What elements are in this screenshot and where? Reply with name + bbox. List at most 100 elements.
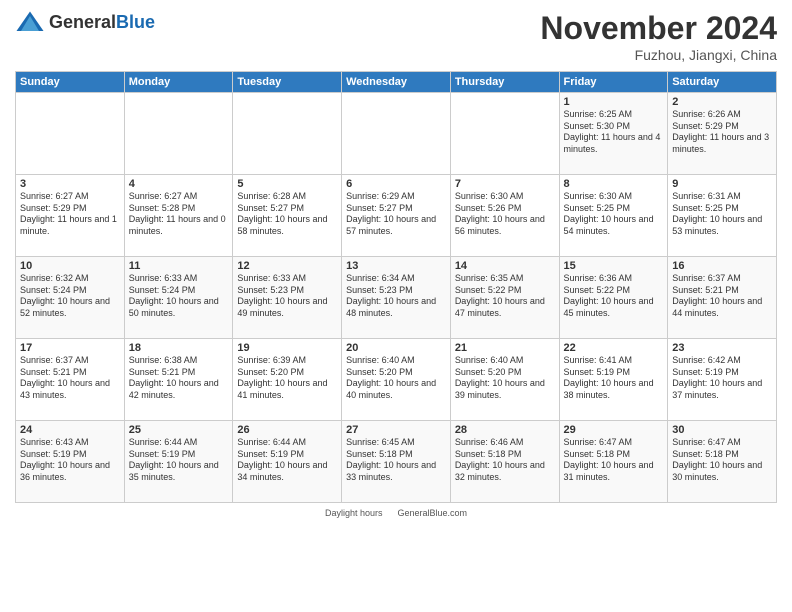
footer: Daylight hours GeneralBlue.com bbox=[15, 508, 777, 518]
calendar-table: SundayMondayTuesdayWednesdayThursdayFrid… bbox=[15, 71, 777, 503]
day-cell bbox=[16, 93, 125, 175]
day-cell: 24Sunrise: 6:43 AM Sunset: 5:19 PM Dayli… bbox=[16, 421, 125, 503]
day-info: Sunrise: 6:30 AM Sunset: 5:25 PM Dayligh… bbox=[564, 191, 664, 238]
week-row-1: 1Sunrise: 6:25 AM Sunset: 5:30 PM Daylig… bbox=[16, 93, 777, 175]
day-number: 8 bbox=[564, 178, 664, 190]
day-info: Sunrise: 6:46 AM Sunset: 5:18 PM Dayligh… bbox=[455, 437, 555, 484]
day-number: 20 bbox=[346, 342, 446, 354]
day-info: Sunrise: 6:33 AM Sunset: 5:23 PM Dayligh… bbox=[237, 273, 337, 320]
day-info: Sunrise: 6:41 AM Sunset: 5:19 PM Dayligh… bbox=[564, 355, 664, 402]
day-cell: 27Sunrise: 6:45 AM Sunset: 5:18 PM Dayli… bbox=[342, 421, 451, 503]
day-cell bbox=[233, 93, 342, 175]
week-row-3: 10Sunrise: 6:32 AM Sunset: 5:24 PM Dayli… bbox=[16, 257, 777, 339]
day-info: Sunrise: 6:34 AM Sunset: 5:23 PM Dayligh… bbox=[346, 273, 446, 320]
day-info: Sunrise: 6:44 AM Sunset: 5:19 PM Dayligh… bbox=[129, 437, 229, 484]
day-number: 3 bbox=[20, 178, 120, 190]
day-cell: 13Sunrise: 6:34 AM Sunset: 5:23 PM Dayli… bbox=[342, 257, 451, 339]
day-info: Sunrise: 6:47 AM Sunset: 5:18 PM Dayligh… bbox=[564, 437, 664, 484]
header: GeneralBlue November 2024 Fuzhou, Jiangx… bbox=[15, 10, 777, 63]
day-cell: 20Sunrise: 6:40 AM Sunset: 5:20 PM Dayli… bbox=[342, 339, 451, 421]
day-info: Sunrise: 6:39 AM Sunset: 5:20 PM Dayligh… bbox=[237, 355, 337, 402]
day-number: 1 bbox=[564, 96, 664, 108]
day-cell bbox=[450, 93, 559, 175]
day-info: Sunrise: 6:36 AM Sunset: 5:22 PM Dayligh… bbox=[564, 273, 664, 320]
day-cell: 6Sunrise: 6:29 AM Sunset: 5:27 PM Daylig… bbox=[342, 175, 451, 257]
title-block: November 2024 Fuzhou, Jiangxi, China bbox=[540, 10, 777, 63]
logo: GeneralBlue bbox=[15, 10, 155, 34]
day-number: 25 bbox=[129, 424, 229, 436]
logo-icon bbox=[15, 10, 45, 34]
day-cell: 22Sunrise: 6:41 AM Sunset: 5:19 PM Dayli… bbox=[559, 339, 668, 421]
day-info: Sunrise: 6:28 AM Sunset: 5:27 PM Dayligh… bbox=[237, 191, 337, 238]
day-info: Sunrise: 6:44 AM Sunset: 5:19 PM Dayligh… bbox=[237, 437, 337, 484]
day-info: Sunrise: 6:26 AM Sunset: 5:29 PM Dayligh… bbox=[672, 109, 772, 156]
weekday-header-row: SundayMondayTuesdayWednesdayThursdayFrid… bbox=[16, 72, 777, 93]
day-number: 14 bbox=[455, 260, 555, 272]
day-cell: 4Sunrise: 6:27 AM Sunset: 5:28 PM Daylig… bbox=[124, 175, 233, 257]
day-number: 21 bbox=[455, 342, 555, 354]
day-cell: 16Sunrise: 6:37 AM Sunset: 5:21 PM Dayli… bbox=[668, 257, 777, 339]
day-number: 12 bbox=[237, 260, 337, 272]
day-cell: 26Sunrise: 6:44 AM Sunset: 5:19 PM Dayli… bbox=[233, 421, 342, 503]
day-cell: 11Sunrise: 6:33 AM Sunset: 5:24 PM Dayli… bbox=[124, 257, 233, 339]
week-row-2: 3Sunrise: 6:27 AM Sunset: 5:29 PM Daylig… bbox=[16, 175, 777, 257]
day-info: Sunrise: 6:40 AM Sunset: 5:20 PM Dayligh… bbox=[346, 355, 446, 402]
day-number: 15 bbox=[564, 260, 664, 272]
day-cell: 1Sunrise: 6:25 AM Sunset: 5:30 PM Daylig… bbox=[559, 93, 668, 175]
day-info: Sunrise: 6:42 AM Sunset: 5:19 PM Dayligh… bbox=[672, 355, 772, 402]
day-info: Sunrise: 6:38 AM Sunset: 5:21 PM Dayligh… bbox=[129, 355, 229, 402]
source: GeneralBlue.com bbox=[397, 508, 467, 518]
day-cell bbox=[342, 93, 451, 175]
day-number: 27 bbox=[346, 424, 446, 436]
day-number: 30 bbox=[672, 424, 772, 436]
day-number: 22 bbox=[564, 342, 664, 354]
week-row-4: 17Sunrise: 6:37 AM Sunset: 5:21 PM Dayli… bbox=[16, 339, 777, 421]
day-cell: 5Sunrise: 6:28 AM Sunset: 5:27 PM Daylig… bbox=[233, 175, 342, 257]
day-cell: 28Sunrise: 6:46 AM Sunset: 5:18 PM Dayli… bbox=[450, 421, 559, 503]
day-info: Sunrise: 6:25 AM Sunset: 5:30 PM Dayligh… bbox=[564, 109, 664, 156]
weekday-sunday: Sunday bbox=[16, 72, 125, 93]
location: Fuzhou, Jiangxi, China bbox=[540, 47, 777, 63]
weekday-wednesday: Wednesday bbox=[342, 72, 451, 93]
weekday-monday: Monday bbox=[124, 72, 233, 93]
day-number: 17 bbox=[20, 342, 120, 354]
day-info: Sunrise: 6:47 AM Sunset: 5:18 PM Dayligh… bbox=[672, 437, 772, 484]
day-number: 2 bbox=[672, 96, 772, 108]
day-info: Sunrise: 6:27 AM Sunset: 5:29 PM Dayligh… bbox=[20, 191, 120, 238]
day-cell: 18Sunrise: 6:38 AM Sunset: 5:21 PM Dayli… bbox=[124, 339, 233, 421]
daylight-label: Daylight hours bbox=[325, 508, 383, 518]
day-cell: 3Sunrise: 6:27 AM Sunset: 5:29 PM Daylig… bbox=[16, 175, 125, 257]
day-number: 18 bbox=[129, 342, 229, 354]
day-cell: 29Sunrise: 6:47 AM Sunset: 5:18 PM Dayli… bbox=[559, 421, 668, 503]
day-number: 10 bbox=[20, 260, 120, 272]
day-number: 11 bbox=[129, 260, 229, 272]
day-number: 24 bbox=[20, 424, 120, 436]
day-info: Sunrise: 6:30 AM Sunset: 5:26 PM Dayligh… bbox=[455, 191, 555, 238]
day-info: Sunrise: 6:27 AM Sunset: 5:28 PM Dayligh… bbox=[129, 191, 229, 238]
day-cell: 9Sunrise: 6:31 AM Sunset: 5:25 PM Daylig… bbox=[668, 175, 777, 257]
weekday-friday: Friday bbox=[559, 72, 668, 93]
day-cell: 12Sunrise: 6:33 AM Sunset: 5:23 PM Dayli… bbox=[233, 257, 342, 339]
day-info: Sunrise: 6:37 AM Sunset: 5:21 PM Dayligh… bbox=[20, 355, 120, 402]
day-number: 19 bbox=[237, 342, 337, 354]
day-info: Sunrise: 6:32 AM Sunset: 5:24 PM Dayligh… bbox=[20, 273, 120, 320]
day-cell: 7Sunrise: 6:30 AM Sunset: 5:26 PM Daylig… bbox=[450, 175, 559, 257]
day-number: 4 bbox=[129, 178, 229, 190]
day-cell bbox=[124, 93, 233, 175]
day-cell: 17Sunrise: 6:37 AM Sunset: 5:21 PM Dayli… bbox=[16, 339, 125, 421]
day-number: 16 bbox=[672, 260, 772, 272]
day-cell: 8Sunrise: 6:30 AM Sunset: 5:25 PM Daylig… bbox=[559, 175, 668, 257]
day-cell: 10Sunrise: 6:32 AM Sunset: 5:24 PM Dayli… bbox=[16, 257, 125, 339]
day-number: 9 bbox=[672, 178, 772, 190]
weekday-saturday: Saturday bbox=[668, 72, 777, 93]
day-info: Sunrise: 6:40 AM Sunset: 5:20 PM Dayligh… bbox=[455, 355, 555, 402]
weekday-tuesday: Tuesday bbox=[233, 72, 342, 93]
day-info: Sunrise: 6:31 AM Sunset: 5:25 PM Dayligh… bbox=[672, 191, 772, 238]
day-number: 29 bbox=[564, 424, 664, 436]
day-number: 28 bbox=[455, 424, 555, 436]
logo-text: GeneralBlue bbox=[49, 12, 155, 33]
week-row-5: 24Sunrise: 6:43 AM Sunset: 5:19 PM Dayli… bbox=[16, 421, 777, 503]
day-number: 13 bbox=[346, 260, 446, 272]
day-cell: 15Sunrise: 6:36 AM Sunset: 5:22 PM Dayli… bbox=[559, 257, 668, 339]
day-cell: 2Sunrise: 6:26 AM Sunset: 5:29 PM Daylig… bbox=[668, 93, 777, 175]
